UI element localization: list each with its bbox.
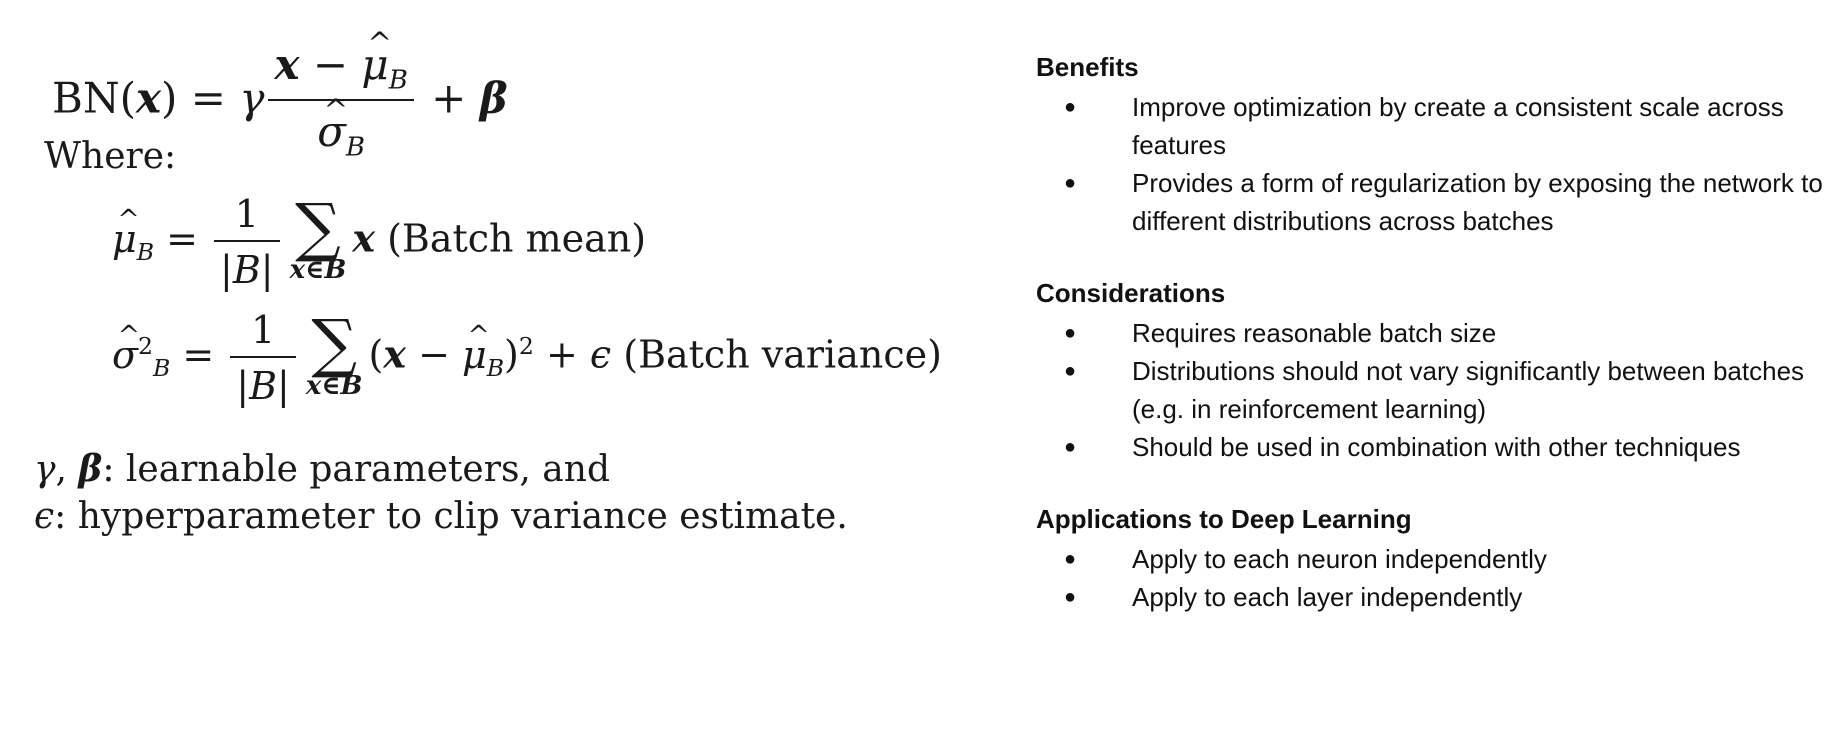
parameters-line: γ, β: learnable parameters, and: [34, 448, 610, 490]
applications-list: Apply to each neuron independently Apply…: [1036, 540, 1836, 616]
where-label: Where:: [44, 136, 177, 177]
list-item: Improve optimization by create a consist…: [1036, 88, 1836, 164]
benefits-section: Benefits Improve optimization by create …: [1036, 50, 1836, 240]
considerations-section: Considerations Requires reasonable batch…: [1036, 276, 1836, 466]
list-item: Apply to each layer independently: [1036, 578, 1836, 616]
benefits-list: Improve optimization by create a consist…: [1036, 88, 1836, 240]
considerations-list: Requires reasonable batch size Distribut…: [1036, 314, 1836, 466]
applications-heading: Applications to Deep Learning: [1036, 504, 1412, 534]
notes-panel: Benefits Improve optimization by create …: [1036, 50, 1836, 652]
epsilon-text: hyperparameter to clip variance estimate…: [77, 496, 848, 537]
list-item: Requires reasonable batch size: [1036, 314, 1836, 352]
batch-mean-label: (Batch mean): [387, 216, 647, 261]
list-item: Apply to each neuron independently: [1036, 540, 1836, 578]
parameters-text: learnable parameters, and: [125, 449, 610, 490]
benefits-heading: Benefits: [1036, 52, 1139, 82]
batch-mean-equation: μB = 1|B|∑x∈Bx (Batch mean): [112, 192, 646, 292]
epsilon-line: ϵ: hyperparameter to clip variance estim…: [34, 496, 848, 537]
considerations-heading: Considerations: [1036, 278, 1226, 308]
batch-variance-equation: σ2B = 1|B|∑x∈B(x − μB)2 + ϵ (Batch varia…: [112, 308, 942, 408]
applications-section: Applications to Deep Learning Apply to e…: [1036, 502, 1836, 616]
batch-variance-label: (Batch variance): [623, 332, 942, 377]
list-item: Distributions should not vary significan…: [1036, 352, 1836, 428]
list-item: Provides a form of regularization by exp…: [1036, 164, 1836, 240]
list-item: Should be used in combination with other…: [1036, 428, 1836, 466]
